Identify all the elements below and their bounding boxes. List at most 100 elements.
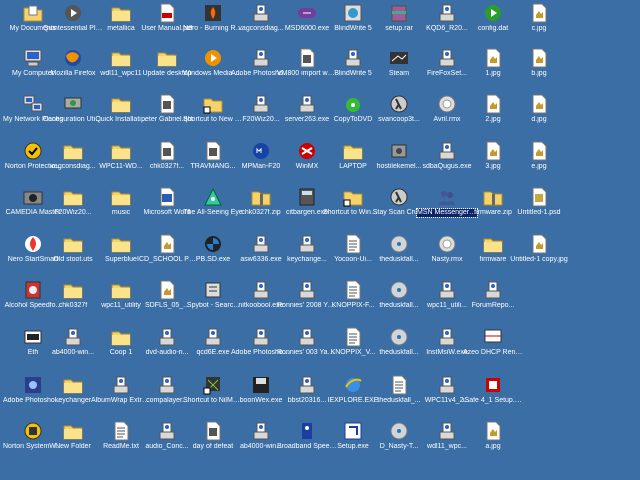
network-app-icon	[482, 326, 504, 348]
installer-icon	[250, 233, 272, 255]
bmw-logo-icon	[202, 233, 224, 255]
installer-icon	[250, 326, 272, 348]
installer-icon	[296, 233, 318, 255]
folder-icon	[482, 233, 504, 255]
alcohol-app-icon	[22, 279, 44, 301]
document-icon	[296, 47, 318, 69]
desktop-icon-label: e.jpg	[531, 163, 547, 170]
media-file-icon	[436, 233, 458, 255]
desktop-icon-label: Untitled-1 copy.jpg	[510, 256, 568, 263]
desktop-icon-label: ForumRepo...	[471, 302, 515, 309]
zip-archive-icon	[250, 186, 272, 208]
folder-icon	[110, 326, 132, 348]
image-file-icon	[156, 279, 178, 301]
app-icon	[388, 140, 410, 162]
document-icon	[156, 93, 178, 115]
isafe-icon	[482, 374, 504, 396]
internet-explorer-icon	[342, 374, 364, 396]
folder-icon	[110, 233, 132, 255]
media-file-icon	[436, 93, 458, 115]
installer-icon	[250, 420, 272, 442]
installer-icon	[202, 326, 224, 348]
msn-messenger-icon	[436, 186, 458, 208]
folder-icon	[342, 140, 364, 162]
desktop-icon-label: d.jpg	[531, 116, 547, 123]
installer-icon	[296, 374, 318, 396]
half-life-icon	[388, 186, 410, 208]
document-icon	[156, 140, 178, 162]
folder-icon	[110, 47, 132, 69]
cd-disc-icon	[388, 233, 410, 255]
image-file-icon	[528, 140, 550, 162]
network-places-icon	[22, 93, 44, 115]
nero-flame-icon	[22, 233, 44, 255]
installer-icon	[436, 326, 458, 348]
installer-icon	[250, 279, 272, 301]
blindwrite-icon	[342, 2, 364, 24]
folder-icon	[62, 233, 84, 255]
desktop-icon-e-jpg[interactable]: e.jpg	[509, 140, 569, 186]
image-file-icon	[528, 233, 550, 255]
ethereal-app-icon	[22, 326, 44, 348]
desktop-icon-isafe-4-1-setup-exe[interactable]: iSafe 4_1 Setup.exe	[463, 374, 523, 420]
calculator-app-icon	[296, 186, 318, 208]
installer-icon	[436, 140, 458, 162]
installer-icon	[156, 420, 178, 442]
text-document-icon	[110, 420, 132, 442]
installer-icon	[250, 47, 272, 69]
nero-burn-icon	[202, 2, 224, 24]
folder-icon	[62, 186, 84, 208]
image-file-icon	[156, 233, 178, 255]
setup-app-icon	[342, 420, 364, 442]
desktop-icon-label: iSafe 4_1 Setup.exe	[463, 397, 523, 404]
desktop-icon-untitled-1-copy-jpg[interactable]: Untitled-1 copy.jpg	[509, 233, 569, 279]
pdf-document-icon	[156, 2, 178, 24]
desktop-icon-b-jpg[interactable]: b.jpg	[509, 47, 569, 93]
installer-icon	[250, 93, 272, 115]
folder-icon	[110, 279, 132, 301]
desktop-icon-a-jpg[interactable]: a.jpg	[463, 420, 523, 466]
installer-icon	[296, 279, 318, 301]
folder-icon	[62, 420, 84, 442]
installer-icon	[342, 47, 364, 69]
folder-icon	[110, 2, 132, 24]
firefox-icon	[62, 47, 84, 69]
config-utility-icon	[62, 93, 84, 115]
installer-icon	[436, 2, 458, 24]
installer-icon	[110, 374, 132, 396]
folder-icon	[110, 186, 132, 208]
spybot-icon	[202, 279, 224, 301]
image-file-icon	[482, 93, 504, 115]
installer-icon	[482, 279, 504, 301]
installer-icon	[436, 420, 458, 442]
text-document-icon	[342, 233, 364, 255]
installer-icon	[436, 47, 458, 69]
folder-icon	[62, 374, 84, 396]
archive-icon	[388, 2, 410, 24]
desktop-icon-untitled-1-psd[interactable]: Untitled-1.psd	[509, 186, 569, 232]
play-button-icon	[482, 2, 504, 24]
shortcut-folder-icon	[342, 186, 364, 208]
image-file-icon	[482, 420, 504, 442]
cd-disc-icon	[388, 279, 410, 301]
desktop-icon-d-jpg[interactable]: d.jpg	[509, 93, 569, 139]
desktop-icon-label: c.jpg	[531, 25, 547, 32]
desktop-icon-label: Azeo DHCP Renew	[463, 349, 523, 356]
desktop-icon-forumrepo[interactable]: ForumRepo...	[463, 279, 523, 325]
image-file-icon	[528, 2, 550, 24]
folder-icon	[110, 140, 132, 162]
desktop-icon-c-jpg[interactable]: c.jpg	[509, 2, 569, 48]
norton-systemworks-icon	[22, 420, 44, 442]
word-document-icon	[156, 186, 178, 208]
copytodvd-icon	[342, 93, 364, 115]
norton-shield-icon	[22, 140, 44, 162]
installer-icon	[436, 374, 458, 396]
installer-icon	[296, 326, 318, 348]
shortcut-folder-icon	[202, 93, 224, 115]
shortcut-app-icon	[202, 374, 224, 396]
speed-test-icon	[296, 420, 318, 442]
image-file-icon	[528, 93, 550, 115]
my-computer-icon	[22, 47, 44, 69]
disk-app-icon	[250, 374, 272, 396]
desktop-icon-azeo-dhcp-renew[interactable]: Azeo DHCP Renew	[463, 326, 523, 372]
